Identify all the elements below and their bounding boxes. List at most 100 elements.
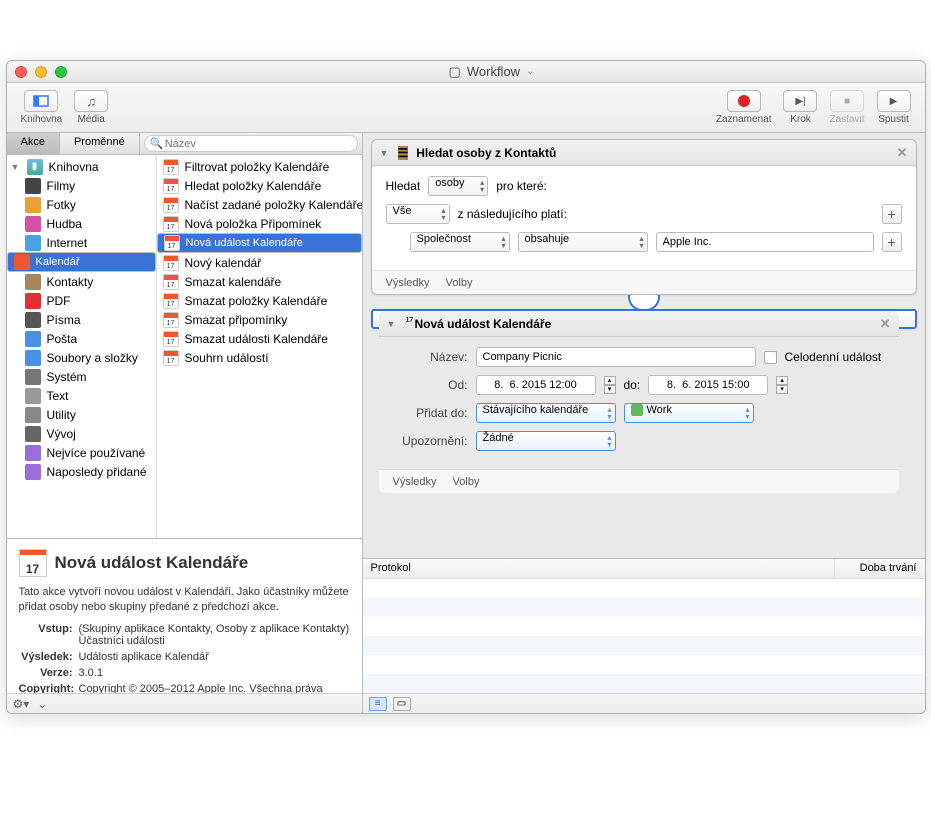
log-view-detail-button[interactable]: ▭ [393,697,411,711]
calendar-select[interactable]: Work▴▾ [624,403,754,423]
close-window-button[interactable] [15,66,27,78]
sidebar-category-item[interactable]: Internet [7,233,156,252]
addto-select[interactable]: Stávajícího kalendáře▴▾ [476,403,616,423]
sidebar-category-item[interactable]: Soubory a složky [7,348,156,367]
log-view-list-button[interactable]: ≡ [369,697,387,711]
library-root-item[interactable]: ▼▮Knihovna [7,157,156,176]
library-action-item[interactable]: Nová položka Připomínek [157,214,362,233]
allday-checkbox[interactable] [764,351,777,364]
close-icon[interactable]: ✕ [880,316,891,332]
library-button[interactable]: Knihovna [15,88,69,127]
collapse-icon[interactable]: ⌄ [37,697,47,711]
operator-select[interactable]: obsahuje▴▾ [518,232,648,252]
library-action-item[interactable]: Souhrn událostí [157,348,362,367]
library-category-list[interactable]: ▼▮KnihovnaFilmyFotky Hudba Internet Kalendá… [7,155,157,538]
media-button[interactable]: ♫ Média [68,88,114,127]
calendar-icon [163,197,179,213]
library-action-item[interactable]: Smazat připomínky [157,310,362,329]
sidebar-category-item[interactable]: Systém [7,367,156,386]
category-label: Kalendář [36,256,80,268]
options-button[interactable]: Volby [453,476,480,488]
chevron-down-icon[interactable]: ⌄ [526,66,534,77]
step-button[interactable]: ▶| Krok [777,88,823,127]
record-icon [738,95,750,107]
action-find-contacts[interactable]: ▼ ☰ Hledat osoby z Kontaktů ✕ Hledat oso… [371,139,917,295]
alarm-select[interactable]: Žádné▴▾ [476,431,616,451]
action-connector [624,295,664,309]
sidebar-category-item[interactable]: Filmy [7,176,156,195]
field-select[interactable]: Společnost▴▾ [410,232,510,252]
criteria-value-input[interactable] [656,232,874,252]
library-action-item[interactable]: Smazat položky Kalendáře [157,291,362,310]
zoom-window-button[interactable] [55,66,67,78]
contacts-icon: ☰ [398,146,409,160]
results-button[interactable]: Výsledky [386,277,430,289]
action-label: Smazat události Kalendáře [185,332,328,346]
log-col-protocol[interactable]: Protokol [363,559,835,578]
category-label: PDF [47,294,71,308]
from-date-input[interactable] [476,375,596,395]
add-criteria-button[interactable]: + [882,232,902,252]
category-label: Hudba [47,217,82,231]
action-label: Načíst zadané položky Kalendáře [185,198,362,212]
stop-icon: ■ [844,96,850,107]
library-action-item[interactable]: Smazat události Kalendáře [157,329,362,348]
toolbar: Knihovna ♫ Média Zaznamenat ▶| Krok ■ Za… [7,83,925,133]
media-icon: ♫ [86,94,96,109]
tab-variables[interactable]: Proměnné [60,133,140,154]
calendar-icon [163,293,179,309]
library-action-item[interactable]: Načíst zadané položky Kalendáře [157,195,362,214]
library-action-item[interactable]: Nová událost Kalendáře [157,233,362,253]
category-label: Vývoj [47,427,76,441]
library-action-item[interactable]: Nový kalendář [157,253,362,272]
event-name-input[interactable] [476,347,756,367]
close-icon[interactable]: ✕ [897,145,908,161]
record-button[interactable]: Zaznamenat [710,88,778,127]
sidebar-category-item[interactable]: Naposledy přidané [7,462,156,481]
window-title: ▢ Workflow ⌄ [67,64,917,80]
search-input[interactable] [144,135,358,152]
workflow-canvas[interactable]: ▼ ☰ Hledat osoby z Kontaktů ✕ Hledat oso… [363,133,925,558]
to-stepper[interactable]: ▴▾ [776,376,788,394]
log-col-duration[interactable]: Doba trvání [835,559,925,578]
from-stepper[interactable]: ▴▾ [604,376,616,394]
sidebar-category-item[interactable]: Pošta [7,329,156,348]
sidebar-category-item[interactable]: PDF [7,291,156,310]
workflow-doc-icon: ▢ [449,64,461,80]
action-new-calendar-event[interactable]: ▼ Nová událost Kalendáře ✕ Název: Celode… [371,309,917,329]
action-title: Hledat osoby z Kontaktů [416,146,556,160]
gear-icon[interactable]: ⚙︎▾ [13,697,30,711]
library-action-item[interactable]: Filtrovat položky Kalendáře [157,157,362,176]
minimize-window-button[interactable] [35,66,47,78]
calendar-icon [405,323,407,325]
sidebar-category-item[interactable]: Text [7,386,156,405]
scope-select[interactable]: Vše▴▾ [386,204,450,224]
run-button[interactable]: ▶ Spustit [871,88,917,127]
sidebar-category-item[interactable]: Kalendář [7,252,156,272]
calendar-icon [163,255,179,271]
calendar-icon [163,274,179,290]
to-date-input[interactable] [648,375,768,395]
sidebar-category-item[interactable]: Fotky [7,195,156,214]
options-button[interactable]: Volby [446,277,473,289]
library-action-item[interactable]: Smazat kalendáře [157,272,362,291]
library-action-list[interactable]: Filtrovat položky KalendářeHledat položk… [157,155,362,538]
find-type-select[interactable]: osoby▴▾ [428,176,488,196]
category-label: Kontakty [47,275,94,289]
log-panel: Protokol Doba trvání ≡ ▭ [363,558,925,713]
disclosure-triangle-icon[interactable]: ▼ [380,148,390,158]
sidebar-category-item[interactable]: Kontakty [7,272,156,291]
sidebar-category-item[interactable]: Vývoj [7,424,156,443]
sidebar-category-item[interactable]: Písma [7,310,156,329]
library-action-item[interactable]: Hledat položky Kalendáře [157,176,362,195]
calendar-icon [163,216,179,232]
results-button[interactable]: Výsledky [393,476,437,488]
sidebar-category-item[interactable]: Utility [7,405,156,424]
add-rule-button[interactable]: + [882,204,902,224]
tab-actions[interactable]: Akce [7,133,60,154]
sidebar-category-item[interactable]: Hudba [7,214,156,233]
disclosure-triangle-icon[interactable]: ▼ [387,319,397,329]
desc-summary: Tato akce vytvoří novou událost v Kalend… [19,585,350,615]
sidebar-category-item[interactable]: Nejvíce používané [7,443,156,462]
category-label: Nejvíce používané [47,446,146,460]
